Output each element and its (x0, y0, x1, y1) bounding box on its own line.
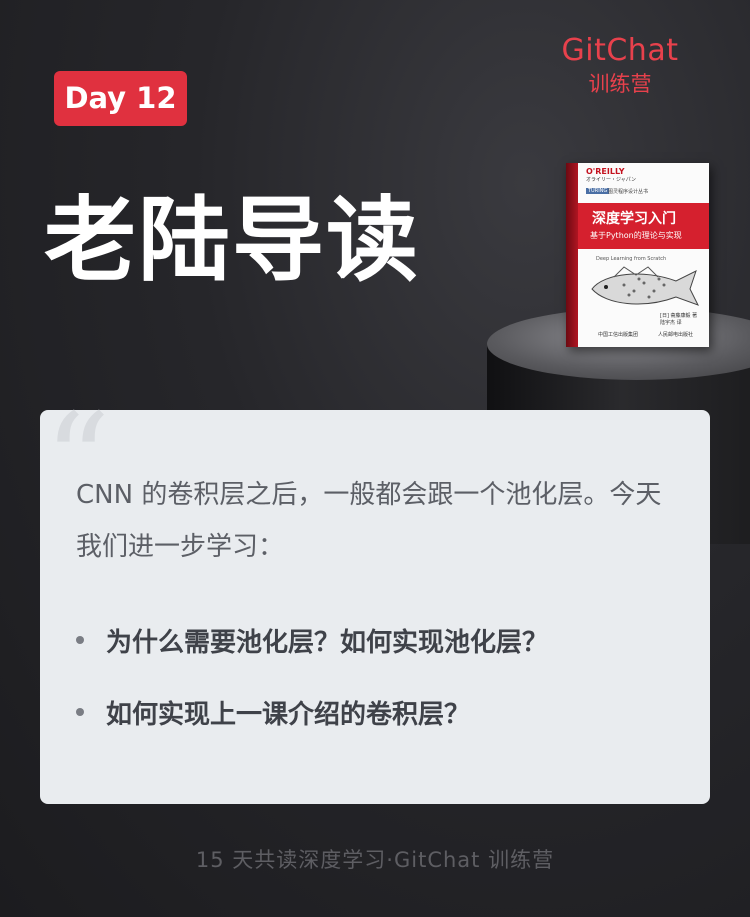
book-spine (566, 163, 578, 347)
book-publisher-logo: O'REILLY (586, 167, 625, 176)
brand-subtitle: 训练营 (588, 72, 652, 96)
book-cover-image: O'REILLY オライリー・ジャパン TURING 图灵程序设计丛书 深度学习… (566, 163, 709, 347)
book-publisher-sub: オライリー・ジャパン (586, 177, 637, 183)
page-title: 老陆导读 (44, 187, 421, 294)
day-badge: Day 12 (54, 71, 187, 126)
book-translator: 陆宇杰 译 (660, 320, 682, 326)
brand-logo: GitChat 训练营 (560, 34, 680, 98)
brand-name: GitChat (561, 33, 679, 68)
list-item: 如何实现上一课介绍的卷积层？ (76, 688, 696, 760)
book-series-tag: TURING (586, 188, 610, 194)
fish-illustration-icon (591, 266, 700, 306)
book-press: 中国工信出版集团 (598, 332, 639, 338)
bullet-text: 为什么需要池化层？如何实现池化层？ (106, 628, 549, 658)
footer-tagline: 15 天共读深度学习·GitChat 训练营 (195, 848, 555, 872)
book-english-title: Deep Learning from Scratch (596, 256, 667, 262)
book-subtitle: 基于Python的理论与实现 (590, 231, 682, 240)
list-item: 为什么需要池化层？如何实现池化层？ (76, 616, 696, 688)
bullet-list: 为什么需要池化层？如何实现池化层？ 如何实现上一课介绍的卷积层？ (76, 616, 696, 760)
bullet-dot-icon (76, 708, 84, 716)
bullet-dot-icon (76, 636, 84, 644)
book-press-secondary: 人民邮电出版社 (658, 332, 694, 338)
book-series: 图灵程序设计丛书 (608, 189, 649, 195)
book-front: O'REILLY オライリー・ジャパン TURING 图灵程序设计丛书 深度学习… (578, 163, 709, 347)
book-author: [日] 斋藤康毅 著 陆宇杰 译 (660, 313, 697, 327)
book-title: 深度学习入门 (592, 211, 676, 227)
book-author-name: [日] 斋藤康毅 著 (660, 313, 698, 319)
bullet-text: 如何实现上一课介绍的卷积层？ (106, 700, 471, 730)
card-intro: CNN 的卷积层之后，一般都会跟一个池化层。今天我们进一步学习： (76, 480, 662, 562)
